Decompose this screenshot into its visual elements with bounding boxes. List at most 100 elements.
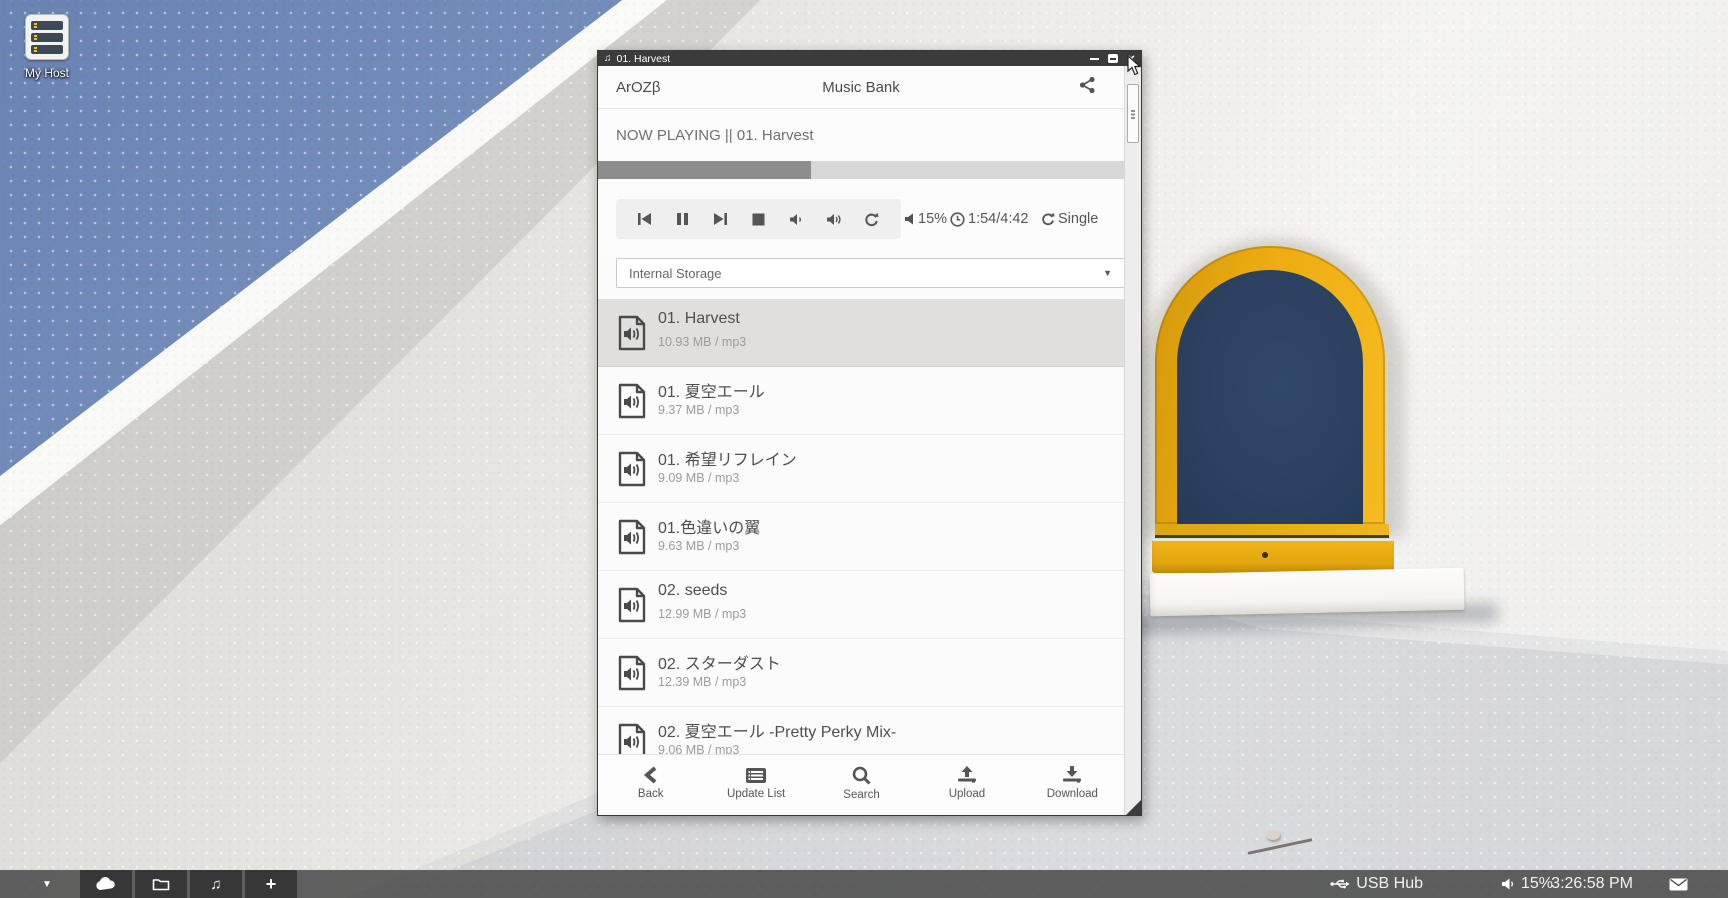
upload-button[interactable]: Upload <box>914 755 1019 811</box>
server-stack-icon <box>25 14 69 60</box>
music-player-window: ♫ 01. Harvest × ArOZβ Music Bank NOW PLA… <box>597 50 1142 816</box>
tool-label: Update List <box>727 788 785 800</box>
song-title: 01. 希望リフレイン <box>658 446 797 470</box>
audio-file-icon <box>618 655 646 696</box>
taskbar-item-files[interactable] <box>135 870 187 898</box>
volume-label: 15% <box>1521 875 1553 893</box>
song-list-item[interactable]: 01. Harvest 10.93 MB / mp3 <box>598 299 1125 367</box>
search-icon <box>852 766 871 785</box>
download-icon <box>1062 766 1082 784</box>
taskbar-clock[interactable]: 3:26:58 PM <box>1551 875 1633 893</box>
repeat-button[interactable] <box>860 207 884 231</box>
repeat-icon <box>1041 212 1055 226</box>
next-button[interactable] <box>709 207 733 231</box>
song-list-item[interactable]: 01. 夏空エール 9.37 MB / mp3 <box>598 367 1125 435</box>
mail-icon[interactable] <box>1669 878 1688 891</box>
minimize-button[interactable] <box>1090 58 1099 60</box>
tool-label: Back <box>638 788 664 800</box>
audio-file-icon <box>618 587 646 628</box>
player-controls: 15% 1:54/4:42 Single <box>598 179 1125 258</box>
volume-up-button[interactable] <box>822 207 846 231</box>
back-button[interactable]: Back <box>598 755 703 811</box>
pause-button[interactable] <box>671 207 695 231</box>
stop-button[interactable] <box>746 207 770 231</box>
storage-dropdown[interactable]: Internal Storage ▼ <box>616 258 1125 288</box>
usb-label: USB Hub <box>1356 875 1423 893</box>
music-note-icon: ♫ <box>210 876 221 893</box>
search-button[interactable]: Search <box>809 755 914 811</box>
resize-handle[interactable] <box>1126 800 1141 815</box>
audio-file-icon <box>618 315 646 356</box>
taskbar-volume-status[interactable]: 15% <box>1502 875 1553 893</box>
song-meta: 10.93 MB / mp3 <box>658 335 746 349</box>
playback-mode[interactable]: Single <box>1041 199 1098 239</box>
song-meta: 9.37 MB / mp3 <box>658 403 739 417</box>
song-meta: 12.99 MB / mp3 <box>658 607 746 621</box>
page-title: Music Bank <box>598 79 1124 96</box>
scrollbar-thumb[interactable] <box>1127 84 1139 143</box>
maximize-button[interactable] <box>1108 54 1118 63</box>
music-note-icon: ♫ <box>604 53 612 64</box>
song-list: 01. Harvest 10.93 MB / mp3 01. 夏空エール 9.3… <box>598 299 1125 815</box>
storage-selected-value: Internal Storage <box>629 266 722 281</box>
tool-label: Download <box>1047 788 1098 800</box>
update-list-button[interactable]: Update List <box>703 755 808 811</box>
song-title: 01. 夏空エール <box>658 378 765 402</box>
volume-down-button[interactable] <box>784 207 808 231</box>
volume-status: 15% <box>905 199 947 239</box>
caret-down-icon[interactable]: ▼ <box>42 879 52 890</box>
wall-tuft <box>1266 830 1280 840</box>
arch-window-glass <box>1177 270 1363 524</box>
desktop: My Host ♫ 01. Harvest × ArOZβ Music Bank <box>0 0 1728 898</box>
progress-fill <box>598 161 811 179</box>
bottom-toolbar: Back Update List Search <box>598 754 1125 811</box>
speaker-icon <box>1502 878 1515 890</box>
download-button[interactable]: Download <box>1020 755 1125 811</box>
back-chevron-icon <box>643 766 659 784</box>
desktop-icon-my-host[interactable]: My Host <box>8 14 86 80</box>
plus-icon: + <box>266 875 277 893</box>
update-list-icon <box>745 767 767 784</box>
song-meta: 9.09 MB / mp3 <box>658 471 739 485</box>
arch-window-sill-groove <box>1155 524 1389 538</box>
song-title: 02. 夏空エール -Pretty Perky Mix- <box>658 718 896 742</box>
chevron-down-icon: ▼ <box>1103 268 1112 278</box>
taskbar: ▼ ♫ + <box>0 870 1728 898</box>
sill-dot <box>1262 552 1268 558</box>
window-scrollbar[interactable] <box>1124 66 1141 815</box>
song-meta: 12.39 MB / mp3 <box>658 675 746 689</box>
song-list-item[interactable]: 01. 希望リフレイン 9.09 MB / mp3 <box>598 435 1125 503</box>
song-list-item[interactable]: 02. seeds 12.99 MB / mp3 <box>598 571 1125 639</box>
song-list-item[interactable]: 01.色違いの翼 9.63 MB / mp3 <box>598 503 1125 571</box>
audio-file-icon <box>618 519 646 560</box>
time-status: 1:54/4:42 <box>950 199 1028 239</box>
song-title: 02. seeds <box>658 582 727 600</box>
folder-icon <box>152 877 170 891</box>
desktop-icon-label: My Host <box>8 66 86 80</box>
speaker-icon <box>905 213 915 225</box>
taskbar-usb-status[interactable]: USB Hub <box>1330 875 1423 893</box>
mouse-cursor <box>1126 55 1142 82</box>
taskbar-item-cloud[interactable] <box>80 870 132 898</box>
now-playing-label: NOW PLAYING || 01. Harvest <box>598 109 1124 161</box>
audio-file-icon <box>618 451 646 492</box>
clock-icon <box>950 212 965 227</box>
song-list-item[interactable]: 02. スターダスト 12.39 MB / mp3 <box>598 639 1125 707</box>
audio-file-icon <box>618 383 646 424</box>
share-icon[interactable] <box>1079 76 1096 99</box>
previous-button[interactable] <box>633 207 657 231</box>
taskbar-item-music[interactable]: ♫ <box>190 870 242 898</box>
controls-panel <box>616 199 901 239</box>
song-title: 02. スターダスト <box>658 650 781 674</box>
song-meta: 9.63 MB / mp3 <box>658 539 739 553</box>
window-title: 01. Harvest <box>617 53 671 65</box>
taskbar-item-add[interactable]: + <box>245 870 297 898</box>
window-titlebar[interactable]: ♫ 01. Harvest × <box>598 51 1141 66</box>
tool-label: Upload <box>949 788 985 800</box>
song-title: 01.色違いの翼 <box>658 514 760 538</box>
progress-bar[interactable] <box>598 161 1125 179</box>
usb-icon <box>1330 878 1350 890</box>
window-ledge <box>1150 568 1465 617</box>
app-header: ArOZβ Music Bank <box>598 66 1124 108</box>
song-title: 01. Harvest <box>658 310 740 328</box>
